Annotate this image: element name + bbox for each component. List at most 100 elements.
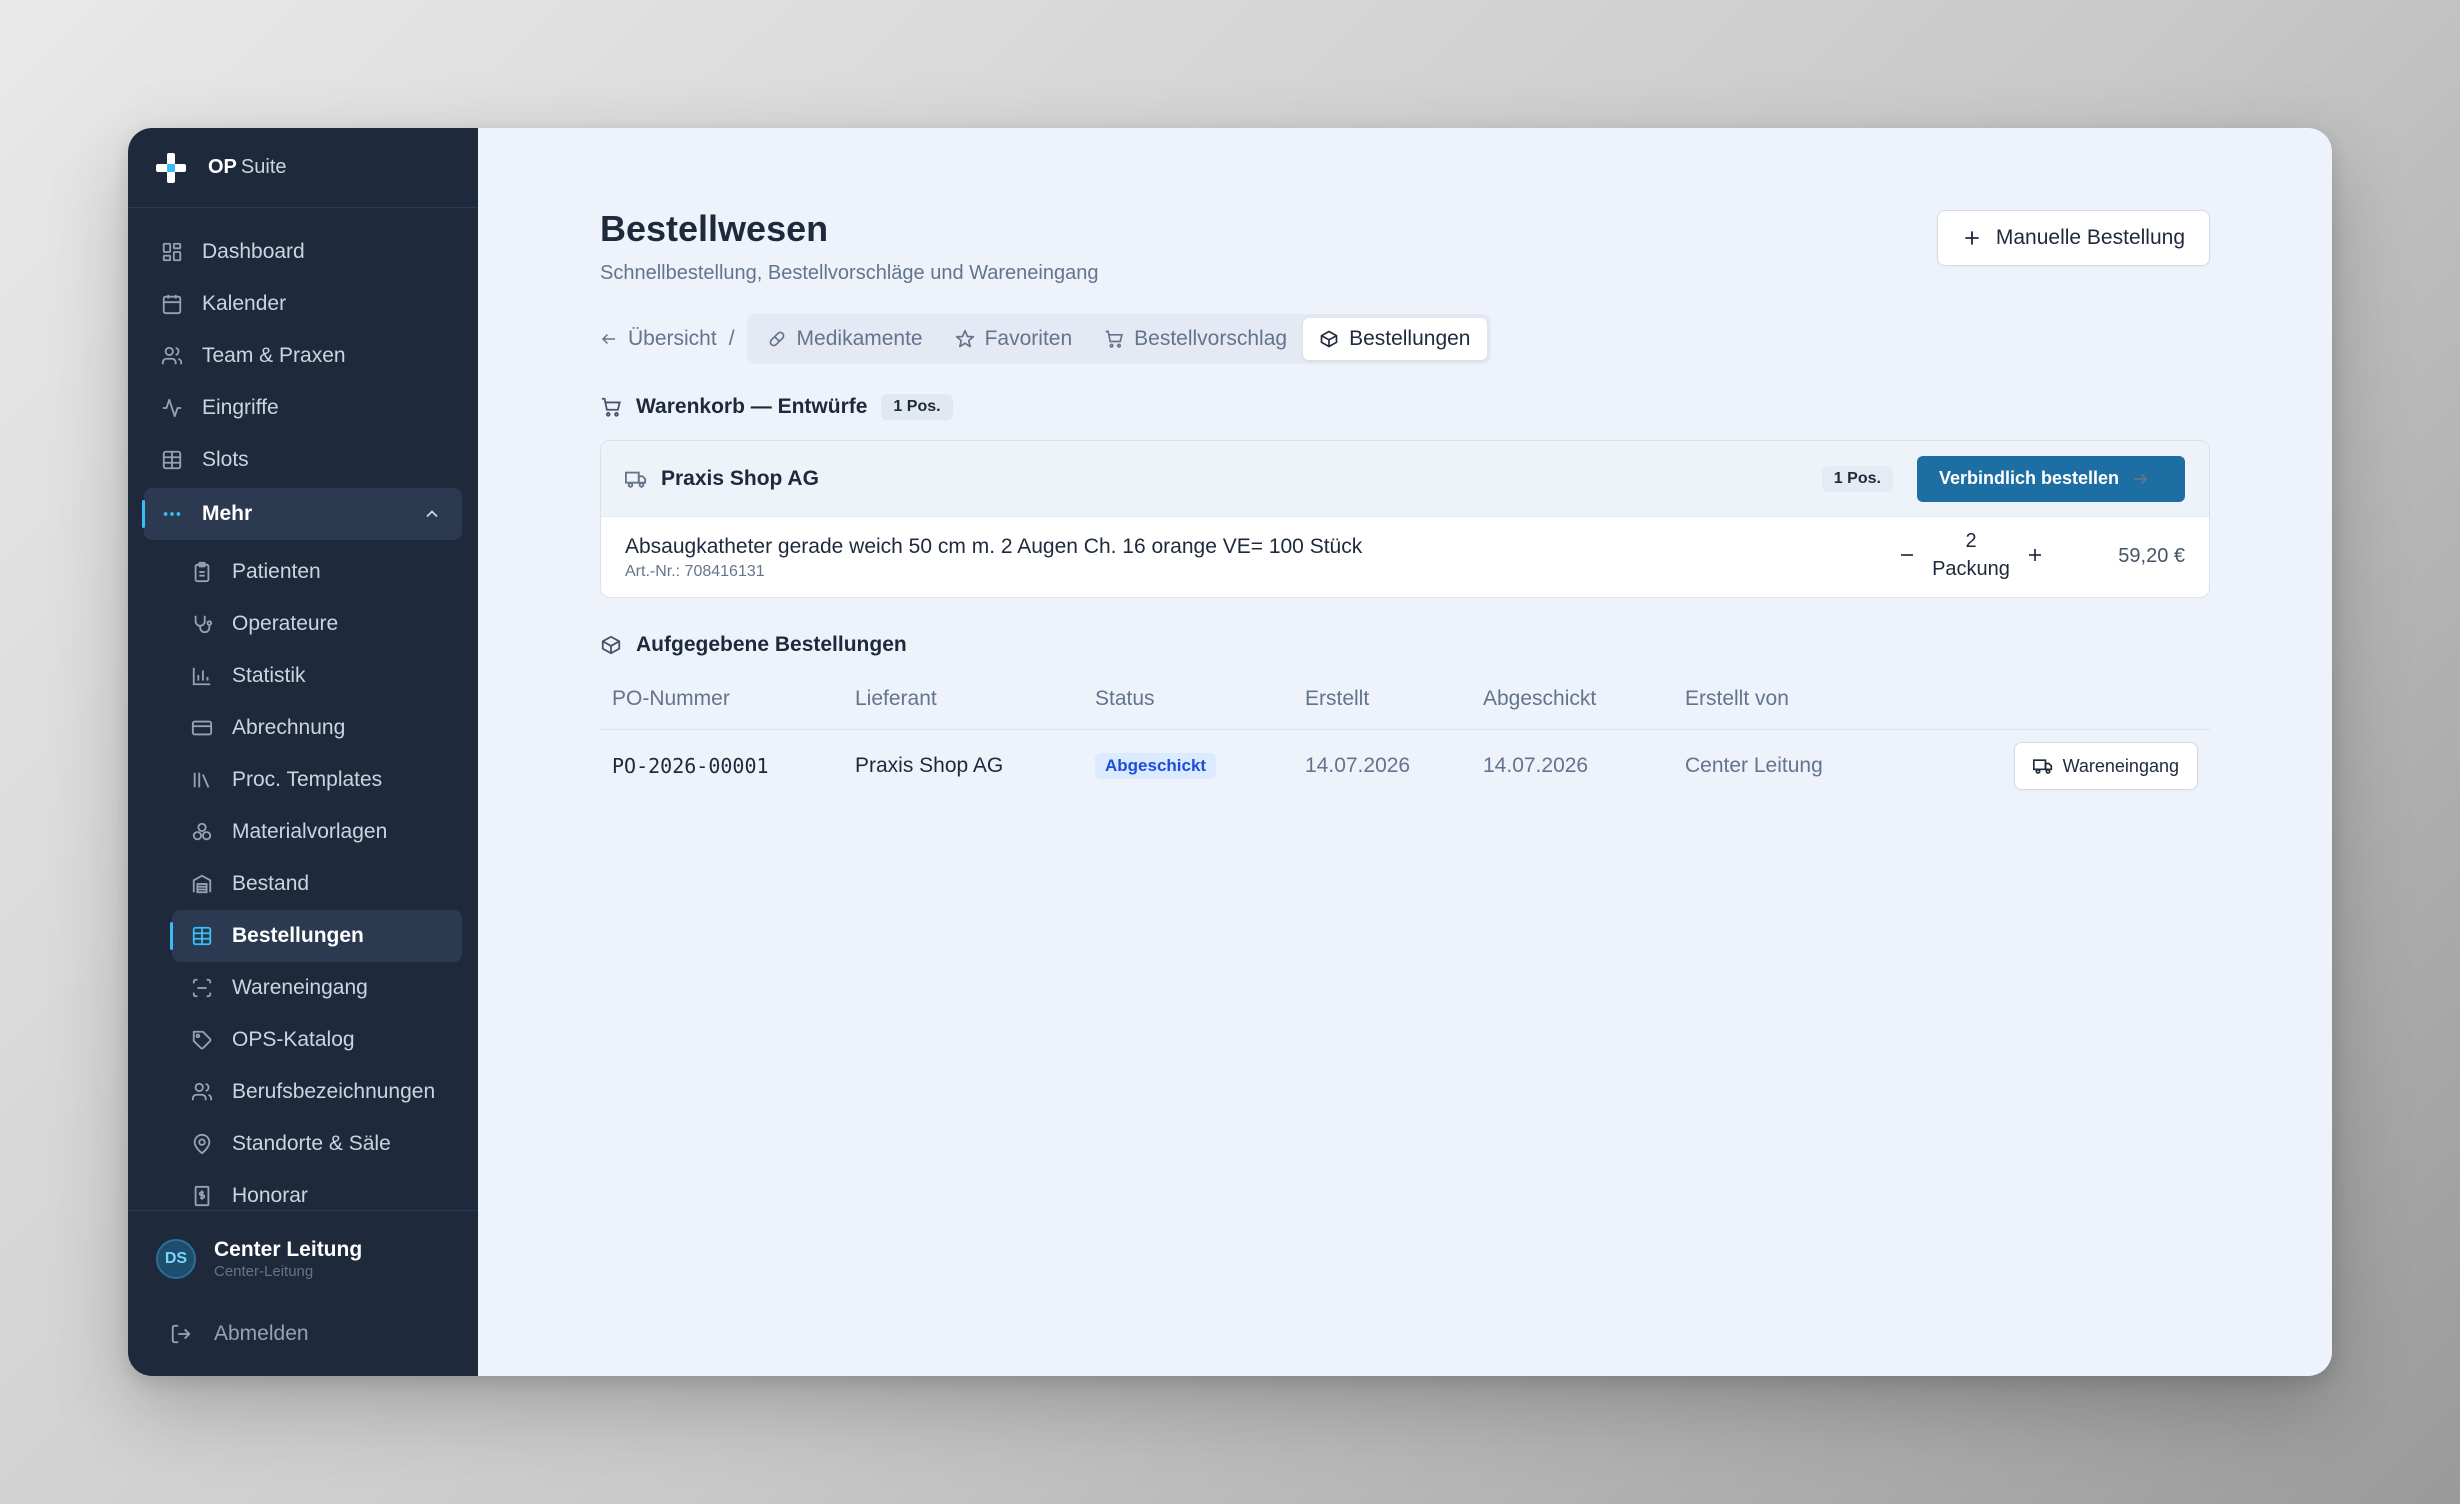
breadcrumb-back[interactable]: Übersicht bbox=[600, 327, 717, 351]
user-name: Center Leitung bbox=[214, 1238, 363, 1261]
breadcrumb-label: Übersicht bbox=[628, 327, 717, 350]
binding-order-label: Verbindlich bestellen bbox=[1938, 468, 2119, 488]
column-header-abgeschickt[interactable]: Abgeschickt bbox=[1483, 687, 1685, 711]
logout-button[interactable]: Abmelden bbox=[128, 1308, 309, 1360]
sidebar-item-label: Materialvorlagen bbox=[232, 820, 388, 843]
cart-supplier-card: Praxis Shop AG 1 Pos. Verbindlich bestel… bbox=[600, 440, 2210, 598]
boxes-icon bbox=[190, 820, 214, 844]
breadcrumb-separator: / bbox=[728, 327, 735, 350]
brand[interactable]: OP Suite bbox=[128, 128, 478, 208]
po-number: PO-2026-00001 bbox=[612, 754, 769, 778]
app-window: OP Suite Dashboard Kalender Team & Praxen bbox=[128, 128, 2332, 1376]
minus-icon[interactable] bbox=[1893, 541, 1921, 569]
medical-cross-logo bbox=[154, 151, 188, 185]
star-icon bbox=[955, 329, 975, 349]
created-date: 14.07.2026 bbox=[1305, 754, 1411, 777]
clipboard-icon bbox=[190, 560, 214, 584]
tab-bestellvorschlag[interactable]: Bestellvorschlag bbox=[1088, 318, 1303, 360]
sidebar-item-label: Abrechnung bbox=[232, 716, 346, 739]
avatar: DS bbox=[156, 1238, 196, 1279]
bar-chart-icon bbox=[190, 664, 214, 688]
sidebar-item-patienten[interactable]: Patienten bbox=[128, 546, 478, 598]
scan-icon bbox=[190, 976, 214, 1000]
column-header-lieferant[interactable]: Lieferant bbox=[855, 687, 1095, 711]
package-icon bbox=[600, 634, 622, 656]
calendar-icon bbox=[160, 292, 184, 316]
plus-icon bbox=[1962, 228, 1982, 248]
page-subtitle: Schnellbestellung, Bestellvorschläge und… bbox=[600, 262, 1099, 284]
sidebar-item-label: Bestellungen bbox=[232, 924, 364, 947]
sidebar-item-proc-templates[interactable]: Proc. Templates bbox=[128, 754, 478, 806]
quantity-value: 2 bbox=[1965, 530, 1977, 552]
sidebar-item-dashboard[interactable]: Dashboard bbox=[128, 226, 478, 278]
sidebar-item-abrechnung[interactable]: Abrechnung bbox=[128, 702, 478, 754]
receipt-icon bbox=[190, 1184, 214, 1208]
submenu-mehr: Patienten Operateure Statistik Abrechnun… bbox=[128, 542, 478, 1222]
manual-order-button[interactable]: Manuelle Bestellung bbox=[1936, 210, 2210, 266]
brand-name: OP Suite bbox=[208, 156, 287, 178]
tabs-row: Übersicht / Medikamente Favoriten Bestel… bbox=[600, 314, 1491, 364]
table-row[interactable]: PO-2026-00001 Praxis Shop AG Abgeschickt… bbox=[600, 730, 2210, 802]
page-title: Bestellwesen bbox=[600, 208, 829, 249]
tab-favoriten[interactable]: Favoriten bbox=[939, 318, 1089, 360]
credit-card-icon bbox=[190, 716, 214, 740]
sidebar-item-statistik[interactable]: Statistik bbox=[128, 650, 478, 702]
tab-label: Bestellungen bbox=[1349, 327, 1471, 350]
sidebar-item-team[interactable]: Team & Praxen bbox=[128, 330, 478, 382]
table-icon bbox=[160, 448, 184, 472]
sidebar-item-bestellungen[interactable]: Bestellungen bbox=[170, 910, 462, 962]
column-header-po[interactable]: PO-Nummer bbox=[600, 687, 855, 711]
sidebar-item-label: Standorte & Säle bbox=[232, 1132, 391, 1155]
map-pin-icon bbox=[190, 1132, 214, 1156]
more-icon bbox=[160, 502, 184, 526]
sidebar-item-berufsbezeichnungen[interactable]: Berufsbezeichnungen bbox=[128, 1066, 478, 1118]
cart-supplier-header: Praxis Shop AG 1 Pos. Verbindlich bestel… bbox=[601, 441, 2209, 517]
goods-receipt-button[interactable]: Wareneingang bbox=[2013, 742, 2198, 790]
sidebar-item-label: Patienten bbox=[232, 560, 321, 583]
tab-bestellungen[interactable]: Bestellungen bbox=[1303, 318, 1487, 360]
tab-label: Favoriten bbox=[984, 327, 1073, 350]
sidebar-item-ops-katalog[interactable]: OPS-Katalog bbox=[128, 1014, 478, 1066]
sidebar-item-standorte[interactable]: Standorte & Säle bbox=[128, 1118, 478, 1170]
sidebar-item-materialvorlagen[interactable]: Materialvorlagen bbox=[128, 806, 478, 858]
logout-icon bbox=[170, 1323, 192, 1345]
user-profile[interactable]: DS Center Leitung Center-Leitung bbox=[128, 1210, 478, 1306]
column-header-status[interactable]: Status bbox=[1095, 687, 1305, 711]
sidebar-item-bestand[interactable]: Bestand bbox=[128, 858, 478, 910]
orders-table: PO-Nummer Lieferant Status Erstellt Abge… bbox=[600, 668, 2210, 802]
item-article-number: Art.-Nr.: 708416131 bbox=[625, 563, 765, 580]
sidebar-item-label: Kalender bbox=[202, 292, 287, 315]
sidebar-item-slots[interactable]: Slots bbox=[128, 434, 478, 486]
sent-date: 14.07.2026 bbox=[1483, 754, 1589, 777]
sidebar-item-label: Dashboard bbox=[202, 240, 305, 263]
sidebar: OP Suite Dashboard Kalender Team & Praxen bbox=[128, 128, 478, 1376]
sidebar-item-label: Proc. Templates bbox=[232, 768, 383, 791]
cart-icon bbox=[1104, 329, 1124, 349]
orders-title: Aufgegebene Bestellungen bbox=[636, 633, 907, 656]
logout-label: Abmelden bbox=[214, 1322, 309, 1345]
column-header-erstellt-von[interactable]: Erstellt von bbox=[1685, 687, 1985, 711]
user-role: Center-Leitung bbox=[214, 1263, 314, 1280]
quantity-unit: Packung bbox=[1932, 558, 2010, 580]
sidebar-item-wareneingang[interactable]: Wareneingang bbox=[128, 962, 478, 1014]
plus-icon[interactable] bbox=[2021, 541, 2049, 569]
cart-title: Warenkorb — Entwürfe bbox=[636, 395, 868, 418]
goods-receipt-label: Wareneingang bbox=[2062, 755, 2179, 776]
sidebar-item-kalender[interactable]: Kalender bbox=[128, 278, 478, 330]
binding-order-button[interactable]: Verbindlich bestellen bbox=[1916, 455, 2185, 502]
sidebar-item-eingriffe[interactable]: Eingriffe bbox=[128, 382, 478, 434]
sidebar-item-mehr[interactable]: Mehr bbox=[142, 488, 462, 540]
created-by: Center Leitung bbox=[1685, 754, 1823, 777]
users-icon bbox=[160, 344, 184, 368]
tab-medikamente[interactable]: Medikamente bbox=[751, 318, 939, 360]
pill-icon bbox=[767, 329, 787, 349]
sidebar-item-label: Team & Praxen bbox=[202, 344, 346, 367]
sidebar-item-label: Slots bbox=[202, 448, 249, 471]
column-header-erstellt[interactable]: Erstellt bbox=[1305, 687, 1483, 711]
chevron-up-icon[interactable] bbox=[422, 504, 442, 524]
truck-icon bbox=[625, 468, 647, 490]
sidebar-item-operateure[interactable]: Operateure bbox=[128, 598, 478, 650]
sidebar-item-label: Bestand bbox=[232, 872, 310, 895]
table-header: PO-Nummer Lieferant Status Erstellt Abge… bbox=[600, 668, 2210, 730]
sidebar-item-label: Honorar bbox=[232, 1184, 308, 1207]
